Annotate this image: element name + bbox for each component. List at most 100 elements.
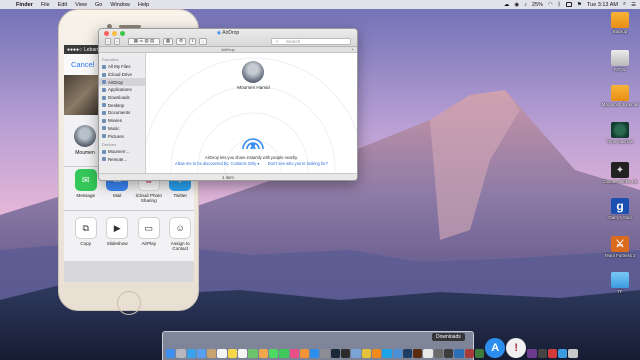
home-button[interactable]: [117, 291, 141, 315]
sidebar-item-pictures[interactable]: Pictures: [99, 132, 145, 140]
dock-chrome-icon[interactable]: [361, 349, 371, 358]
action-copy[interactable]: ⧉ Copy: [72, 217, 100, 246]
menu-edit[interactable]: Edit: [54, 2, 71, 8]
dock-steam-icon[interactable]: [330, 349, 341, 358]
dock-red-app-icon[interactable]: [547, 349, 558, 358]
tag-icon[interactable]: ◌: [199, 37, 207, 45]
menu-go[interactable]: Go: [91, 2, 106, 8]
notification-center-icon[interactable]: ☰: [631, 2, 636, 8]
wifi-icon[interactable]: ◠: [548, 2, 553, 8]
tab-airdrop[interactable]: AirDrop: [221, 47, 235, 52]
dock-trash-icon[interactable]: [568, 349, 578, 358]
menu-file[interactable]: File: [37, 2, 54, 8]
action-airplay[interactable]: ▭ AirPlay: [135, 217, 163, 246]
volume-level[interactable]: 25%: [532, 2, 543, 8]
battery-icon[interactable]: [566, 2, 573, 7]
dock-textmate-icon[interactable]: [527, 349, 537, 358]
search-input[interactable]: ⌕ Search: [271, 37, 351, 45]
desktop-icon-time-machine[interactable]: Time Machine: [605, 122, 635, 144]
sidebar-item-icloud-drive[interactable]: iCloud Drive: [99, 71, 145, 79]
action-slideshow[interactable]: ▶ Slideshow: [104, 217, 132, 246]
dock-pen-app-icon[interactable]: [537, 349, 547, 358]
gear-icon[interactable]: ⚙: [176, 37, 186, 45]
dock-textedit-icon[interactable]: [423, 349, 433, 358]
title-bar[interactable]: ◉ AirDrop ‹ › ▦ ☰ ▥ ▤ ▦ ⚙ ⇪ ◌ ⌕ Search: [99, 29, 357, 47]
play-icon: ▶: [106, 217, 129, 239]
audio-icon[interactable]: ♪: [524, 2, 527, 8]
menu-bar: Finder File Edit View Go Window Help ☁ ◉…: [0, 0, 640, 9]
copy-icon: ⧉: [74, 217, 97, 239]
dock-photos-icon[interactable]: [258, 349, 268, 358]
dock-app-store-icon[interactable]: [310, 349, 320, 358]
clock[interactable]: Tue 3:13 AM: [587, 2, 618, 8]
share-message[interactable]: ✉ Message: [72, 169, 100, 198]
bluetooth-icon[interactable]: ᛒ: [558, 2, 561, 8]
dock-contacts-icon[interactable]: [207, 349, 217, 358]
menu-view[interactable]: View: [71, 2, 91, 8]
sidebar-item-all-my-files[interactable]: All My Files: [99, 63, 145, 71]
airdrop-contact[interactable]: Moumen: [70, 125, 100, 156]
dock-launchpad-icon[interactable]: [176, 349, 186, 358]
action-assign-contact[interactable]: ☺ Assign to Contact: [167, 217, 195, 252]
back-icon[interactable]: ‹: [105, 37, 111, 45]
sidebar-item-movies[interactable]: Movies: [99, 117, 145, 125]
menu-help[interactable]: Help: [134, 2, 153, 8]
dock-safari-icon[interactable]: [186, 349, 196, 358]
dock-itunes-icon[interactable]: [289, 349, 299, 358]
sidebar-item-downloads[interactable]: Downloads: [99, 94, 145, 102]
dock-system-preferences-icon[interactable]: [320, 349, 330, 358]
search-icon: ⌕: [276, 38, 279, 44]
dock-dictionary-icon[interactable]: [464, 349, 474, 358]
dock-notes-icon[interactable]: [227, 349, 238, 358]
desktop-icon-backup[interactable]: Backup: [605, 12, 635, 34]
sidebar-item-documents[interactable]: Documents: [99, 109, 145, 117]
discoverability-link[interactable]: Allow me to be discovered by: Contacts O…: [175, 161, 259, 166]
eye-icon[interactable]: ◉: [514, 2, 519, 8]
desktop-icon-team-fortress[interactable]: ⚔ Team Fortress 2: [604, 236, 636, 258]
dock-calculator-icon[interactable]: [433, 349, 444, 358]
sidebar-item-desktop[interactable]: Desktop: [99, 101, 145, 109]
arrange-icon[interactable]: ▦: [163, 37, 173, 45]
flag-icon[interactable]: ⚑: [577, 2, 582, 8]
dock-mail-icon[interactable]: [196, 349, 207, 358]
dock-calendar-icon[interactable]: [217, 349, 227, 358]
dock-skype-icon[interactable]: [382, 349, 392, 358]
dock-activity-monitor-icon[interactable]: [444, 349, 454, 358]
dock-vlc-icon[interactable]: [371, 349, 382, 358]
dock-messages-icon[interactable]: [268, 349, 279, 358]
dock-facetime-icon[interactable]: [279, 349, 289, 358]
dock-preview-icon[interactable]: [351, 349, 361, 358]
spotlight-icon[interactable]: ⌕: [623, 1, 626, 8]
dock-finder-icon[interactable]: [166, 349, 176, 358]
share-icon[interactable]: ⇪: [189, 37, 196, 45]
dock-ibooks-icon[interactable]: [299, 349, 310, 358]
dock-photoshop-icon[interactable]: [402, 349, 413, 358]
help-link[interactable]: Don't see who you're looking for?: [268, 161, 328, 166]
desktop-icon-counter-strike[interactable]: ✦ Counter-Strike 1.6: [603, 162, 637, 184]
sidebar-item-music[interactable]: Music: [99, 125, 145, 133]
menu-app-name[interactable]: Finder: [12, 2, 37, 8]
dock-grapher-icon[interactable]: [474, 349, 485, 358]
cloud-icon[interactable]: ☁: [504, 2, 510, 8]
desktop-icon-tf[interactable]: TF: [605, 272, 635, 294]
cancel-button[interactable]: Cancel: [71, 60, 94, 69]
dock-terminal-icon[interactable]: [341, 349, 351, 358]
view-mode-icons[interactable]: ▦ ☰ ▥ ▤: [128, 37, 160, 45]
desktop-icon-macintosh-external[interactable]: Macintosh External: [602, 85, 638, 107]
sidebar-item-device-remote[interactable]: Remote...: [99, 156, 145, 164]
forward-icon[interactable]: ›: [114, 37, 120, 45]
airdrop-title-icon: ◉: [216, 30, 222, 36]
desktop-icon-garrys-mod[interactable]: g Garry's Mod: [605, 198, 635, 220]
desktop-icon-fat32[interactable]: FAT32: [605, 50, 635, 72]
dock-downloads-stack-icon[interactable]: [558, 349, 568, 358]
dock-xcode-icon[interactable]: [392, 349, 402, 358]
sidebar-item-applications[interactable]: Applications: [99, 86, 145, 94]
dock-maps-icon[interactable]: [248, 349, 258, 358]
menu-window[interactable]: Window: [106, 2, 134, 8]
dock-quicktime-icon[interactable]: [454, 349, 464, 358]
dock-illustrator-icon[interactable]: [413, 349, 423, 358]
dock-reminders-icon[interactable]: [238, 349, 248, 358]
sidebar-item-device-moumen[interactable]: Moumen'...: [99, 148, 145, 156]
airdrop-user-avatar[interactable]: [242, 61, 264, 83]
sidebar-item-airdrop[interactable]: AirDrop: [99, 78, 145, 87]
